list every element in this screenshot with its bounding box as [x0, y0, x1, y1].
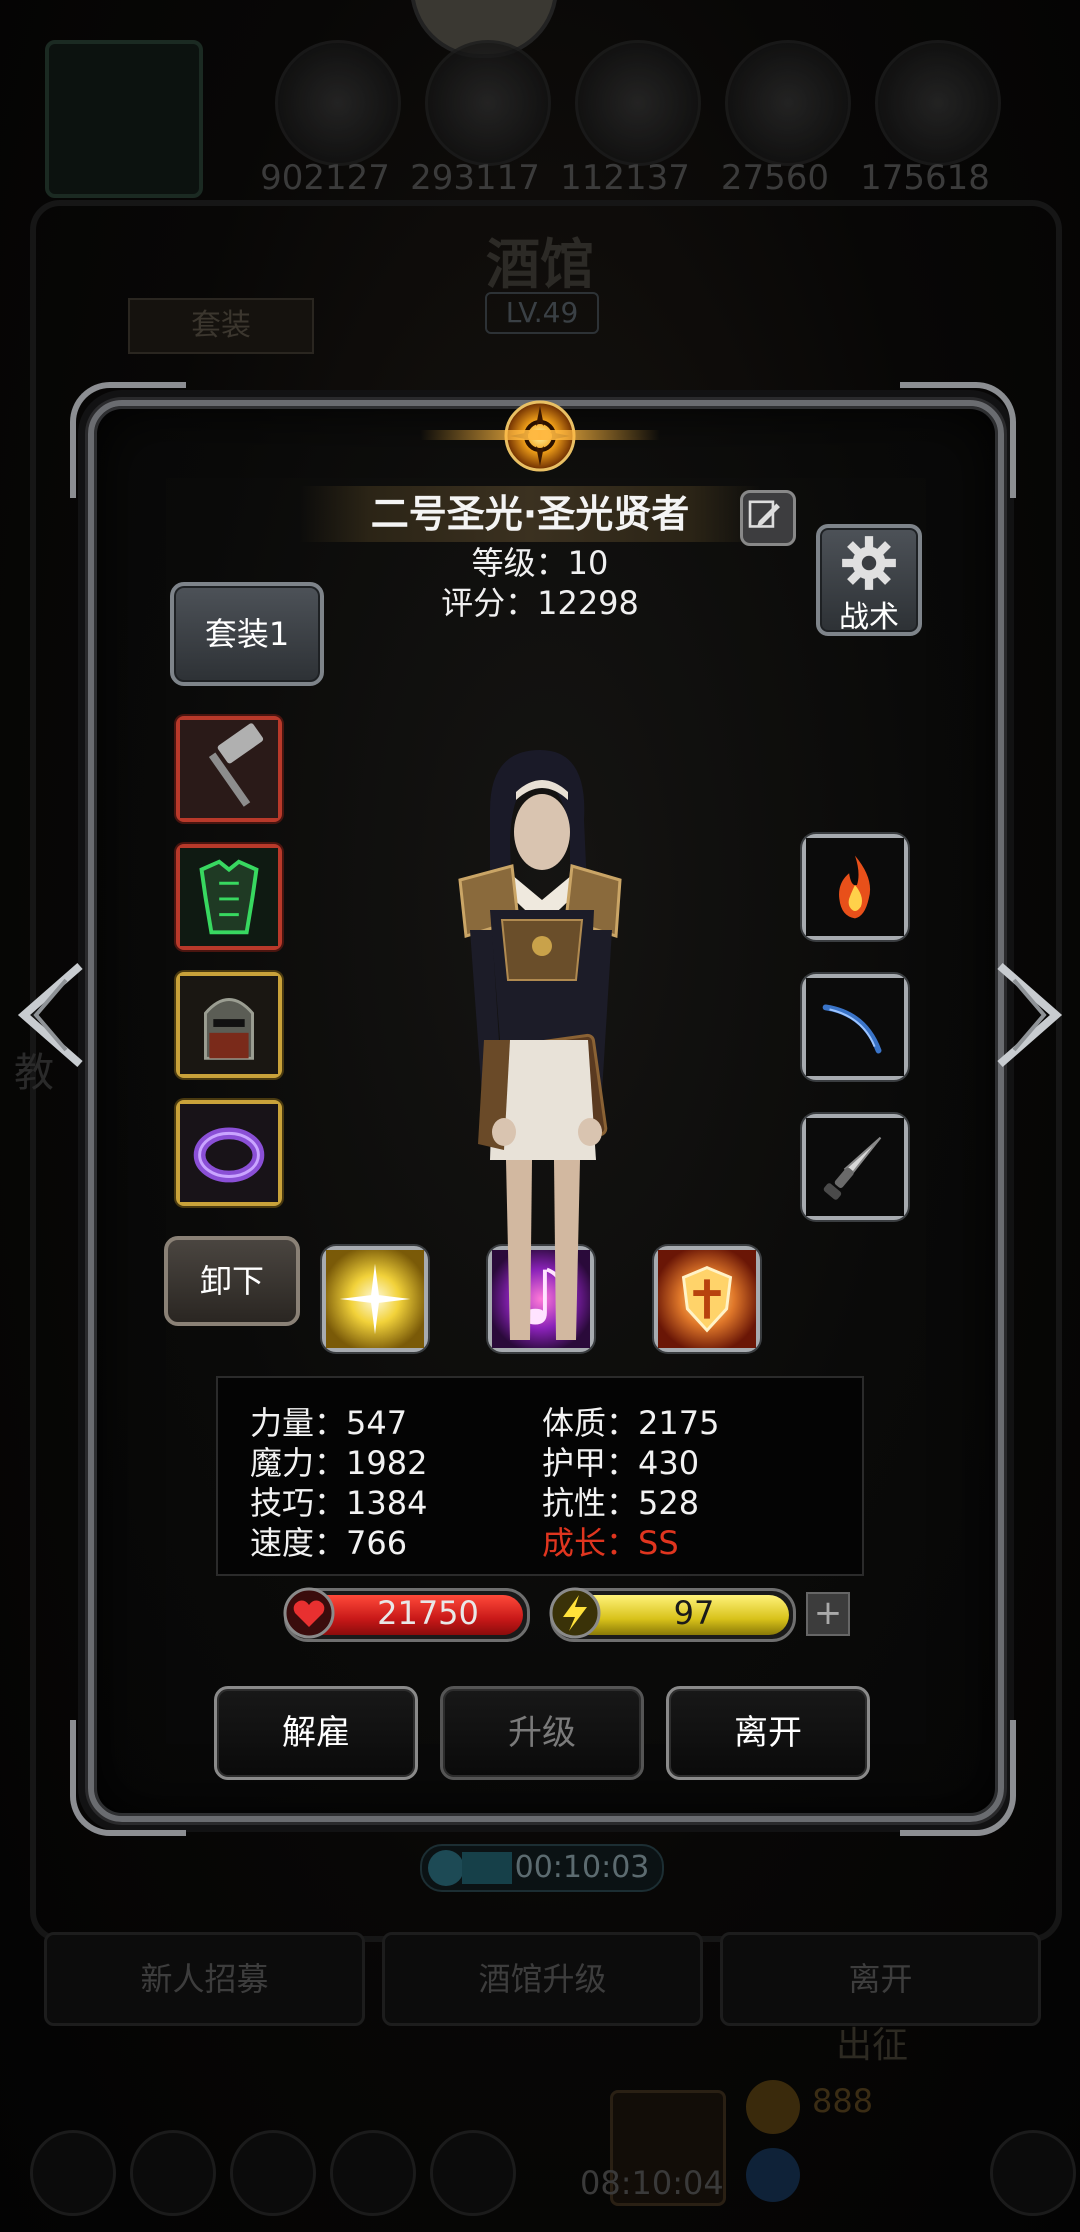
equip-slot-rune-2[interactable] [802, 974, 908, 1080]
stat-growth: 成长：SS [542, 1524, 679, 1562]
unequip-button[interactable]: 卸下 [164, 1236, 300, 1326]
resource-3-icon [575, 40, 701, 166]
energy-bar: 97 [549, 1587, 796, 1642]
timer-icon [428, 1850, 464, 1886]
lightning-icon [549, 1587, 601, 1639]
holy-light-skill-icon [326, 1250, 424, 1348]
resource-2-icon [425, 40, 551, 166]
frame-corner-ornament [900, 382, 1016, 498]
bg-recruit-button: 新人招募 [44, 1932, 365, 2026]
resource-5-count: 175618 [860, 158, 990, 198]
bg-nav-1-icon [30, 2130, 116, 2216]
frame-corner-ornament [900, 1720, 1016, 1836]
bg-level-badge: LV.49 [485, 292, 599, 334]
bg-player-avatar [45, 40, 203, 198]
orb-icon [746, 2148, 800, 2202]
coin-count: 888 [812, 2082, 874, 2120]
bg-bottom-time: 08:10:04 [580, 2164, 724, 2202]
timer-text: 00:10:03 [514, 1850, 650, 1885]
previous-hero-arrow-icon[interactable] [10, 960, 90, 1070]
equip-slot-armor[interactable] [176, 844, 282, 950]
equip-slot-helmet[interactable] [176, 972, 282, 1078]
bg-nav-3-icon [230, 2130, 316, 2216]
fire-rune-icon [806, 838, 904, 936]
coin-icon [746, 2080, 800, 2134]
bg-tavern-upgrade-button: 酒馆升级 [382, 1932, 703, 2026]
resource-4-icon [725, 40, 851, 166]
equip-slot-rune-3[interactable] [802, 1114, 908, 1220]
bg-expedition-label: 出征 [836, 2025, 909, 2066]
next-hero-arrow-icon[interactable] [990, 960, 1070, 1070]
gem-glow-line [420, 430, 660, 440]
pencil-icon [748, 500, 780, 528]
resource-1-icon [275, 40, 401, 166]
tactic-button[interactable]: 战术 [816, 524, 922, 636]
bg-leave-button: 离开 [720, 1932, 1041, 2026]
hero-portrait [458, 750, 622, 1340]
hero-name: 二号圣光·圣光贤者 [370, 492, 690, 536]
frame-corner-ornament [70, 382, 186, 498]
bg-timer: 00:10:03 [420, 1844, 664, 1892]
equipment-set-button[interactable]: 套装1 [170, 582, 324, 686]
frame-corner-ornament [70, 1720, 186, 1836]
bg-nav-2-icon [130, 2130, 216, 2216]
equip-slot-weapon[interactable] [176, 716, 282, 822]
gear-icon [842, 536, 896, 590]
stat-speed: 速度：766 [250, 1524, 408, 1562]
hammer-icon [180, 720, 278, 818]
skill-slot-1[interactable] [322, 1246, 428, 1352]
equip-slot-ring[interactable] [176, 1100, 282, 1206]
purple-ring-icon [180, 1104, 278, 1202]
skill-slot-3[interactable] [654, 1246, 760, 1352]
tactic-label: 战术 [839, 600, 899, 635]
resource-5-icon [875, 40, 1001, 166]
bg-nav-4-icon [330, 2130, 416, 2216]
equip-slot-rune-1[interactable] [802, 834, 908, 940]
dagger-icon [806, 1118, 904, 1216]
energy-value: 97 [673, 1594, 715, 1632]
heart-icon [283, 1587, 335, 1639]
helmet-icon [180, 976, 278, 1074]
add-energy-button[interactable]: + [806, 1592, 850, 1636]
holy-shield-skill-icon [658, 1250, 756, 1348]
dismiss-button[interactable]: 解雇 [214, 1686, 418, 1780]
hp-value: 21750 [377, 1594, 479, 1632]
blue-feather-icon [806, 978, 904, 1076]
hp-bar: 21750 [283, 1587, 530, 1642]
upgrade-button[interactable]: 升级 [440, 1686, 644, 1780]
bg-nav-6-icon [990, 2130, 1076, 2216]
leave-button[interactable]: 离开 [666, 1686, 870, 1780]
bg-tavern-title: 酒馆 [486, 233, 594, 296]
bg-nav-5-icon [430, 2130, 516, 2216]
green-armor-icon [180, 848, 278, 946]
bg-set-tab: 套装 [128, 298, 314, 354]
